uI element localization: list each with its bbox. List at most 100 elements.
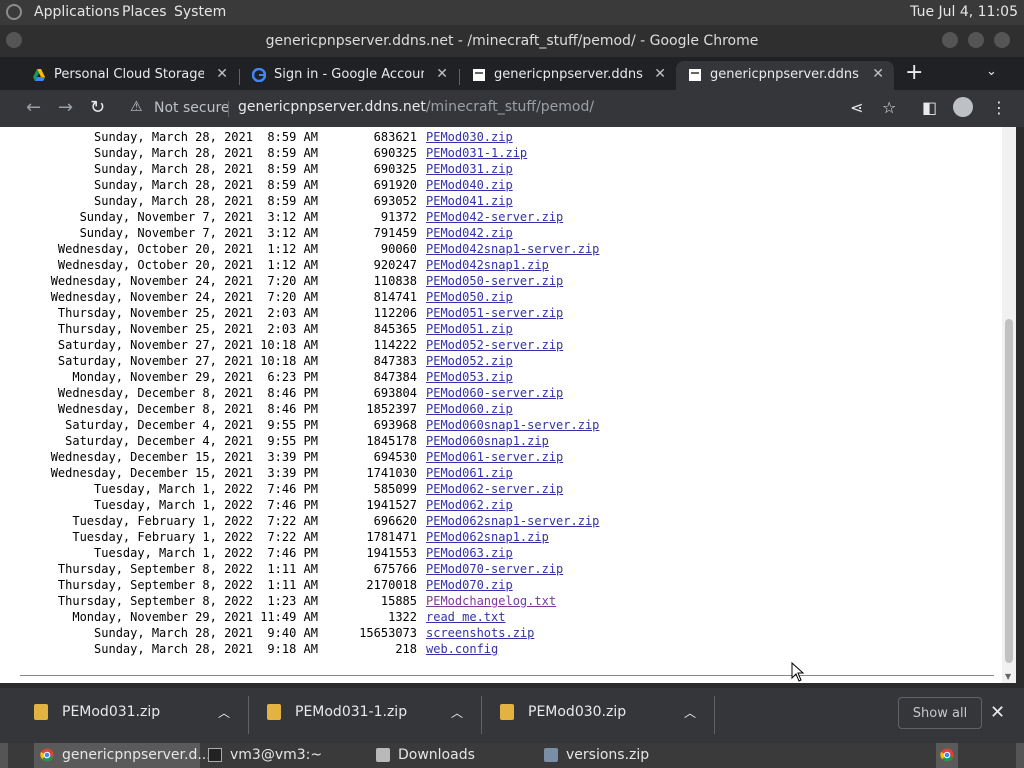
taskbar-label: Downloads — [398, 747, 475, 763]
file-link[interactable]: PEMod030.zip — [426, 129, 513, 145]
not-secure-label[interactable]: Not secure — [154, 100, 230, 116]
tab-pemod-listing-active[interactable]: genericpnpserver.ddns.net/ ✕ — [676, 61, 894, 90]
taskbar-item-downloads[interactable]: Downloads — [370, 743, 536, 768]
taskbar-item-chrome[interactable]: genericpnpserver.d... — [34, 743, 211, 768]
close-tab-icon[interactable]: ✕ — [654, 66, 666, 82]
file-size: 690325 — [373, 146, 417, 160]
file-link[interactable]: PEMod050-server.zip — [426, 273, 563, 289]
file-link[interactable]: PEMod051-server.zip — [426, 305, 563, 321]
file-size: 847384 — [373, 370, 417, 384]
listing-row: Sunday, March 28, 2021 8:59 AM 690325 PEMo… — [12, 161, 712, 177]
forward-arrow-icon[interactable]: → — [58, 97, 73, 118]
file-link[interactable]: PEMod042-server.zip — [426, 209, 563, 225]
show-all-downloads-button[interactable]: Show all — [898, 697, 982, 729]
tray-chrome[interactable] — [936, 743, 958, 768]
file-link[interactable]: PEMod040.zip — [426, 177, 513, 193]
scrollbar-thumb[interactable] — [1005, 319, 1013, 663]
tab-personal-cloud-storage[interactable]: Personal Cloud Storage & F ✕ — [20, 61, 238, 90]
file-link[interactable]: PEMod060snap1.zip — [426, 433, 549, 449]
maximize-button[interactable] — [968, 32, 984, 48]
file-link[interactable]: PEMod042snap1-server.zip — [426, 241, 599, 257]
system-menu[interactable]: System — [174, 4, 226, 20]
url-text[interactable]: genericpnpserver.ddns.net/minecraft_stuf… — [238, 99, 594, 115]
tab-search-chevron-icon[interactable]: ⌄ — [986, 64, 997, 79]
file-link[interactable]: PEMod062-server.zip — [426, 481, 563, 497]
workspace-switcher[interactable] — [1016, 743, 1024, 768]
file-link[interactable]: PEMod041.zip — [426, 193, 513, 209]
file-link[interactable]: PEMod042.zip — [426, 225, 513, 241]
warning-triangle-icon[interactable]: ⚠ — [130, 99, 143, 115]
tab-strip: Personal Cloud Storage & F ✕ Sign in - G… — [0, 57, 1024, 90]
close-tab-icon[interactable]: ✕ — [436, 66, 448, 82]
reload-icon[interactable]: ↻ — [90, 97, 105, 118]
places-menu[interactable]: Places — [122, 4, 167, 20]
directory-listing-page[interactable]: Sunday, March 28, 2021 8:59 AM 683621 PEMo… — [12, 127, 1002, 683]
address-bar[interactable]: ⚠ Not secure genericpnpserver.ddns.net/m… — [122, 93, 912, 123]
chevron-up-icon[interactable]: ︿ — [218, 704, 230, 721]
show-desktop-button[interactable] — [0, 743, 8, 768]
file-date: Wednesday, November 24, 2021 7:20 AM — [50, 274, 318, 288]
file-link[interactable]: PEMod052.zip — [426, 353, 513, 369]
file-link[interactable]: PEMod050.zip — [426, 289, 513, 305]
file-size: 1781471 — [366, 530, 417, 544]
file-date: Thursday, September 8, 2022 1:11 AM — [57, 562, 318, 576]
tab-google-sign-in[interactable]: Sign in - Google Accounts ✕ — [240, 61, 458, 90]
file-link[interactable]: PEMod062snap1.zip — [426, 529, 549, 545]
file-link[interactable]: PEModchangelog.txt — [426, 593, 556, 609]
file-link[interactable]: PEMod062snap1-server.zip — [426, 513, 599, 529]
download-item[interactable]: PEMod030.zip ︿ — [500, 688, 700, 743]
file-size: 110838 — [373, 274, 417, 288]
file-link[interactable]: PEMod062.zip — [426, 497, 513, 513]
file-link[interactable]: web.config — [426, 641, 498, 657]
file-date: Wednesday, October 20, 2021 1:12 AM — [57, 258, 318, 272]
file-link[interactable]: PEMod063.zip — [426, 545, 513, 561]
file-link[interactable]: PEMod061-server.zip — [426, 449, 563, 465]
file-link[interactable]: PEMod051.zip — [426, 321, 513, 337]
side-panel-icon[interactable]: ◧ — [922, 98, 937, 117]
file-size: 694530 — [373, 450, 417, 464]
file-link[interactable]: PEMod061.zip — [426, 465, 513, 481]
close-downloads-bar-icon[interactable]: ✕ — [990, 702, 1005, 723]
chevron-up-icon[interactable]: ︿ — [684, 704, 696, 721]
download-item[interactable]: PEMod031.zip ︿ — [34, 688, 234, 743]
scroll-down-arrow-icon[interactable]: ▼ — [1005, 672, 1011, 681]
file-size: 683621 — [373, 130, 417, 144]
clock[interactable]: Tue Jul 4, 11:05 — [910, 4, 1018, 20]
file-date: Sunday, March 28, 2021 9:18 AM — [94, 642, 318, 656]
close-tab-icon[interactable]: ✕ — [872, 66, 884, 82]
close-window-button[interactable] — [994, 32, 1010, 48]
minimize-button[interactable] — [942, 32, 958, 48]
file-link[interactable]: read me.txt — [426, 609, 505, 625]
file-link[interactable]: PEMod053.zip — [426, 369, 513, 385]
profile-avatar-icon[interactable] — [953, 97, 973, 117]
taskbar-item-versions-zip[interactable]: versions.zip — [538, 743, 704, 768]
back-arrow-icon[interactable]: ← — [26, 97, 41, 118]
file-link[interactable]: PEMod060-server.zip — [426, 385, 563, 401]
chrome-icon — [40, 748, 54, 762]
file-link[interactable]: PEMod052-server.zip — [426, 337, 563, 353]
file-date: Thursday, September 8, 2022 1:23 AM — [57, 594, 318, 608]
new-tab-icon[interactable]: + — [905, 60, 923, 85]
applications-menu[interactable]: Applications — [34, 4, 120, 20]
close-tab-icon[interactable]: ✕ — [216, 66, 228, 82]
share-icon[interactable]: ⋖ — [850, 98, 863, 117]
chevron-up-icon[interactable]: ︿ — [451, 704, 463, 721]
distro-logo-icon[interactable] — [6, 4, 22, 20]
file-link[interactable]: PEMod060.zip — [426, 401, 513, 417]
taskbar-item-terminal[interactable]: vm3@vm3:~ — [202, 743, 368, 768]
download-filename: PEMod030.zip — [528, 704, 627, 720]
download-item[interactable]: PEMod031-1.zip ︿ — [267, 688, 467, 743]
listing-row: Monday, November 29, 2021 11:49 AM 1322 re… — [12, 609, 712, 625]
kebab-menu-icon[interactable]: ⋮ — [991, 98, 1007, 117]
file-date: Sunday, March 28, 2021 8:59 AM — [94, 178, 318, 192]
bookmark-star-icon[interactable]: ☆ — [882, 98, 896, 117]
file-link[interactable]: PEMod070-server.zip — [426, 561, 563, 577]
file-link[interactable]: PEMod031-1.zip — [426, 145, 527, 161]
file-link[interactable]: PEMod070.zip — [426, 577, 513, 593]
vertical-scrollbar[interactable]: ▼ — [1002, 127, 1016, 683]
tab-pemod-listing-1[interactable]: genericpnpserver.ddns.net/ ✕ — [460, 61, 676, 90]
file-link[interactable]: PEMod042snap1.zip — [426, 257, 549, 273]
file-link[interactable]: PEMod060snap1-server.zip — [426, 417, 599, 433]
file-link[interactable]: screenshots.zip — [426, 625, 534, 641]
file-link[interactable]: PEMod031.zip — [426, 161, 513, 177]
